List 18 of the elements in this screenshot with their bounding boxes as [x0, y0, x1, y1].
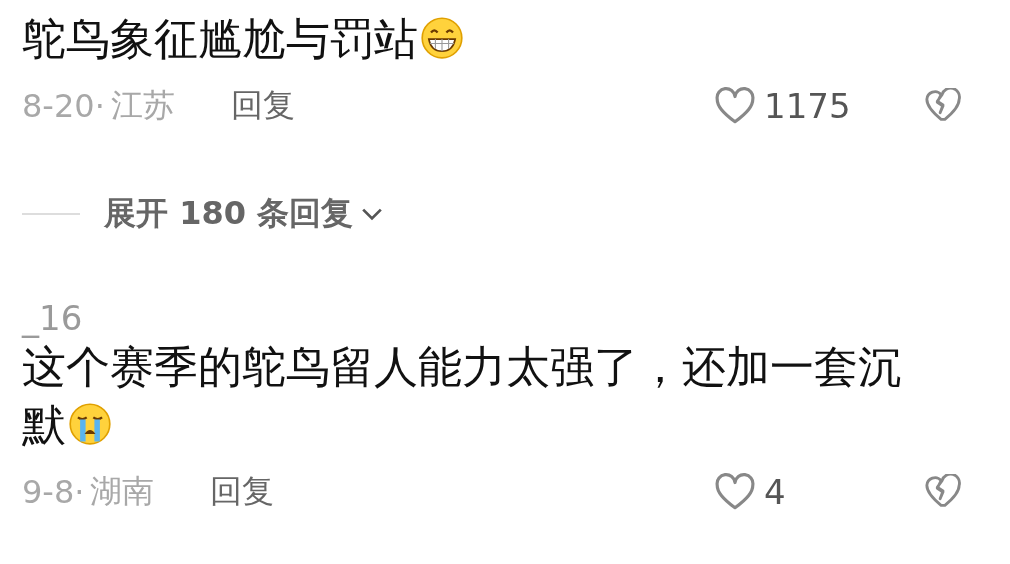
comment-date: 8-20· — [22, 87, 105, 125]
like-count: 1175 — [764, 86, 852, 126]
reply-button[interactable]: 回复 — [210, 470, 275, 514]
heart-icon[interactable] — [714, 473, 756, 511]
like-count: 4 — [764, 472, 787, 512]
comment-date: 9-8· — [22, 473, 85, 511]
chevron-down-icon — [361, 206, 384, 222]
broken-heart-icon[interactable] — [924, 88, 962, 124]
comment-location: 江苏 — [110, 85, 175, 126]
grinning-emoji-icon — [420, 16, 464, 60]
crying-emoji-icon — [68, 402, 112, 446]
comment-location: 湖南 — [90, 471, 155, 512]
broken-heart-icon[interactable] — [924, 474, 962, 510]
expand-replies-button[interactable]: 展开 180 条回复 — [104, 192, 384, 236]
reply-button[interactable]: 回复 — [230, 84, 295, 128]
comment-text: 鸵鸟象征尴尬与罚站 — [22, 10, 927, 68]
heart-icon[interactable] — [714, 87, 756, 125]
comment-text: 这个赛季的鸵鸟留人能力太强了，还加一套沉默 — [22, 340, 903, 452]
